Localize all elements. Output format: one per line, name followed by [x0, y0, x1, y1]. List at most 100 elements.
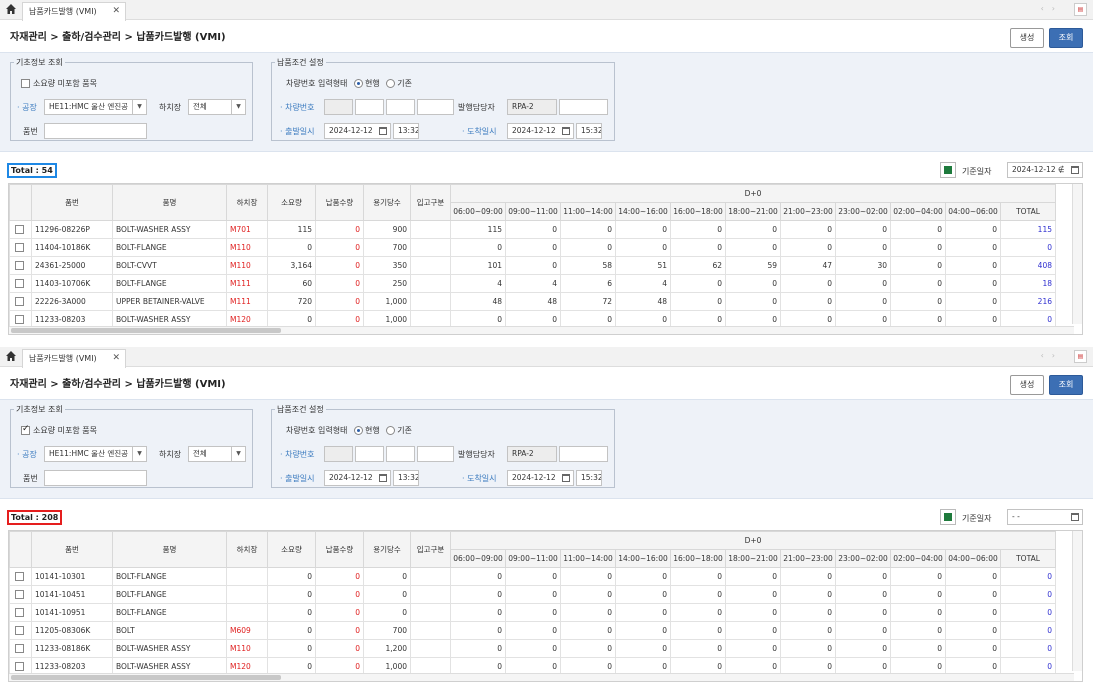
- horizontal-scrollbar[interactable]: [9, 673, 1074, 681]
- std-date-input[interactable]: - -: [1007, 509, 1083, 525]
- time-column-header[interactable]: 04:00~06:00: [945, 549, 1001, 568]
- excel-export-icon[interactable]: [940, 509, 956, 525]
- row-checkbox[interactable]: [14, 644, 24, 654]
- time-column-header[interactable]: 21:00~23:00: [780, 202, 836, 221]
- table-row[interactable]: 11403-10706K BOLT-FLANGE M111 60 0 250 4 4 6 4 0 0 0…: [9, 274, 1056, 293]
- column-header[interactable]: 납품수량: [315, 531, 364, 568]
- row-select-cell[interactable]: [9, 567, 32, 586]
- calendar-icon[interactable]: [1071, 166, 1079, 174]
- tab-menu-icon[interactable]: ▤: [1074, 3, 1087, 16]
- time-column-header[interactable]: 18:00~21:00: [725, 202, 781, 221]
- row-checkbox[interactable]: [14, 662, 24, 672]
- column-header[interactable]: 하치장: [226, 531, 268, 568]
- generate-button[interactable]: 생성: [1010, 28, 1044, 48]
- generate-button[interactable]: 생성: [1010, 375, 1044, 395]
- unused-items-checkbox[interactable]: 소요량 미포함 품목: [21, 424, 97, 436]
- home-icon[interactable]: [6, 351, 16, 361]
- table-row[interactable]: 11205-08306K BOLT M609 0 0 700 0 0 0 0 0 0 0 0 0 0 0: [9, 621, 1056, 640]
- close-icon[interactable]: ✕: [112, 6, 120, 16]
- table-row[interactable]: 22226-3A000 UPPER BETAINER-VALVE M111 720 0 1…: [9, 292, 1056, 311]
- depart-date-input[interactable]: 2024-12-12: [324, 123, 391, 139]
- arrive-date-input[interactable]: 2024-12-12: [507, 470, 574, 486]
- time-column-header[interactable]: 06:00~09:00: [450, 549, 506, 568]
- row-select-cell[interactable]: [9, 292, 32, 311]
- tab-vmi-card[interactable]: 납품카드발행 (VMI) ✕: [22, 349, 126, 368]
- time-column-header[interactable]: 04:00~06:00: [945, 202, 1001, 221]
- home-icon[interactable]: [6, 4, 16, 14]
- row-checkbox[interactable]: [14, 590, 24, 600]
- column-header[interactable]: 입고구분: [410, 184, 451, 221]
- table-row[interactable]: 10141-10951 BOLT-FLANGE 0 0 0 0 0 0 0 0 0 0 0 0 0 0: [9, 603, 1056, 622]
- column-header[interactable]: 품번: [31, 531, 113, 568]
- manager-extra-field[interactable]: [559, 99, 608, 115]
- part-input[interactable]: [44, 470, 147, 486]
- radio-existing[interactable]: [386, 79, 396, 88]
- row-select-cell[interactable]: [9, 238, 32, 257]
- scroll-thumb[interactable]: [11, 328, 281, 333]
- vertical-scrollbar[interactable]: [1072, 531, 1082, 671]
- column-header[interactable]: 하치장: [226, 184, 268, 221]
- row-select-cell[interactable]: [9, 621, 32, 640]
- row-checkbox[interactable]: [14, 572, 24, 582]
- vehicle-field-3[interactable]: [386, 446, 415, 462]
- column-header[interactable]: 품명: [112, 184, 227, 221]
- tab-vmi-card[interactable]: 납품카드발행 (VMI) ✕: [22, 2, 126, 21]
- plant-select[interactable]: HE11:HMC 울산 엔진공 ▼: [44, 446, 147, 462]
- time-column-header[interactable]: 23:00~02:00: [835, 202, 891, 221]
- table-row[interactable]: 11404-10186K BOLT-FLANGE M110 0 0 700 0 0 0 0 0 0 0 0…: [9, 238, 1056, 257]
- calendar-icon[interactable]: [379, 474, 387, 482]
- row-checkbox[interactable]: [14, 279, 24, 289]
- calendar-icon[interactable]: [379, 127, 387, 135]
- row-checkbox[interactable]: [14, 243, 24, 253]
- row-select-cell[interactable]: [9, 603, 32, 622]
- time-column-header[interactable]: 11:00~14:00: [560, 549, 616, 568]
- row-select-cell[interactable]: [9, 639, 32, 658]
- time-column-header[interactable]: 14:00~16:00: [615, 549, 671, 568]
- close-icon[interactable]: ✕: [112, 353, 120, 363]
- time-column-header[interactable]: 02:00~04:00: [890, 549, 946, 568]
- row-select-cell[interactable]: [9, 220, 32, 239]
- tab-nav-arrows-icon[interactable]: ‹›: [1041, 4, 1063, 13]
- time-column-header[interactable]: 23:00~02:00: [835, 549, 891, 568]
- row-checkbox[interactable]: [14, 261, 24, 271]
- time-column-header[interactable]: 09:00~11:00: [505, 549, 561, 568]
- vehicle-field-3[interactable]: [386, 99, 415, 115]
- arrive-date-input[interactable]: 2024-12-12: [507, 123, 574, 139]
- vehicle-field-4[interactable]: [417, 446, 454, 462]
- plant-select[interactable]: HE11:HMC 울산 엔진공 ▼: [44, 99, 147, 115]
- time-column-header[interactable]: 06:00~09:00: [450, 202, 506, 221]
- calendar-icon[interactable]: [1071, 513, 1079, 521]
- depart-time-input[interactable]: 13:32: [393, 470, 419, 486]
- checkbox-icon[interactable]: [21, 424, 30, 435]
- chevron-down-icon[interactable]: ▼: [132, 447, 146, 461]
- time-column-header[interactable]: 02:00~04:00: [890, 202, 946, 221]
- tab-menu-icon[interactable]: ▤: [1074, 350, 1087, 363]
- vertical-scrollbar[interactable]: [1072, 184, 1082, 324]
- column-header[interactable]: 용기당수: [363, 184, 411, 221]
- calendar-icon[interactable]: [562, 474, 570, 482]
- vehicle-field-4[interactable]: [417, 99, 454, 115]
- table-row[interactable]: 11233-08186K BOLT-WASHER ASSY M110 0 0 1,200 0…: [9, 639, 1056, 658]
- scroll-thumb[interactable]: [11, 675, 281, 680]
- row-select-cell[interactable]: [9, 256, 32, 275]
- column-header[interactable]: 납품수량: [315, 184, 364, 221]
- manager-extra-field[interactable]: [559, 446, 608, 462]
- row-select-cell[interactable]: [9, 274, 32, 293]
- vehicle-field-2[interactable]: [355, 99, 384, 115]
- vehicle-field-2[interactable]: [355, 446, 384, 462]
- std-date-input[interactable]: 2024-12-12 ∉: [1007, 162, 1083, 178]
- column-header[interactable]: 소요량: [267, 531, 316, 568]
- row-select-cell[interactable]: [9, 585, 32, 604]
- radio-existing[interactable]: [386, 426, 396, 435]
- time-column-header[interactable]: 11:00~14:00: [560, 202, 616, 221]
- table-row[interactable]: 11296-08226P BOLT-WASHER ASSY M701 115 0 900 1…: [9, 220, 1056, 239]
- unused-items-checkbox[interactable]: 소요량 미포함 품목: [21, 78, 97, 89]
- depart-date-input[interactable]: 2024-12-12: [324, 470, 391, 486]
- row-checkbox[interactable]: [14, 297, 24, 307]
- query-button[interactable]: 조회: [1049, 375, 1083, 395]
- column-header[interactable]: 품번: [31, 184, 113, 221]
- radio-current[interactable]: [353, 79, 363, 88]
- row-checkbox[interactable]: [14, 608, 24, 618]
- calendar-icon[interactable]: [562, 127, 570, 135]
- column-header[interactable]: 품명: [112, 531, 227, 568]
